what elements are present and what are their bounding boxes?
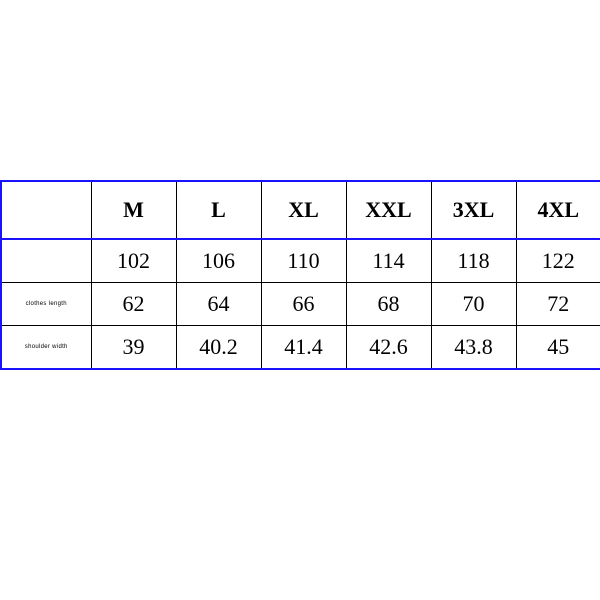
size-table: M L XL XXL 3XL 4XL 102 106 110 114 118 1…: [0, 180, 600, 370]
cell-value: 122: [516, 239, 600, 283]
cell-value: 72: [516, 283, 600, 326]
cell-value: 43.8: [431, 326, 516, 370]
table-row: clothes length 62 64 66 68 70 72: [1, 283, 600, 326]
size-chart: M L XL XXL 3XL 4XL 102 106 110 114 118 1…: [0, 180, 600, 370]
cell-value: 62: [91, 283, 176, 326]
cell-value: 102: [91, 239, 176, 283]
row-label: clothes length: [1, 283, 91, 326]
header-size: M: [91, 181, 176, 239]
cell-value: 68: [346, 283, 431, 326]
header-blank: [1, 181, 91, 239]
cell-value: 64: [176, 283, 261, 326]
header-size: L: [176, 181, 261, 239]
cell-value: 118: [431, 239, 516, 283]
cell-value: 45: [516, 326, 600, 370]
header-size: XL: [261, 181, 346, 239]
cell-value: 114: [346, 239, 431, 283]
cell-value: 70: [431, 283, 516, 326]
cell-value: 66: [261, 283, 346, 326]
cell-value: 41.4: [261, 326, 346, 370]
cell-value: 42.6: [346, 326, 431, 370]
cell-value: 39: [91, 326, 176, 370]
cell-value: 106: [176, 239, 261, 283]
cell-value: 40.2: [176, 326, 261, 370]
table-row: shoulder width 39 40.2 41.4 42.6 43.8 45: [1, 326, 600, 370]
row-label: [1, 239, 91, 283]
table-row: 102 106 110 114 118 122: [1, 239, 600, 283]
header-size: 3XL: [431, 181, 516, 239]
header-row: M L XL XXL 3XL 4XL: [1, 181, 600, 239]
header-size: XXL: [346, 181, 431, 239]
row-label: shoulder width: [1, 326, 91, 370]
cell-value: 110: [261, 239, 346, 283]
header-size: 4XL: [516, 181, 600, 239]
